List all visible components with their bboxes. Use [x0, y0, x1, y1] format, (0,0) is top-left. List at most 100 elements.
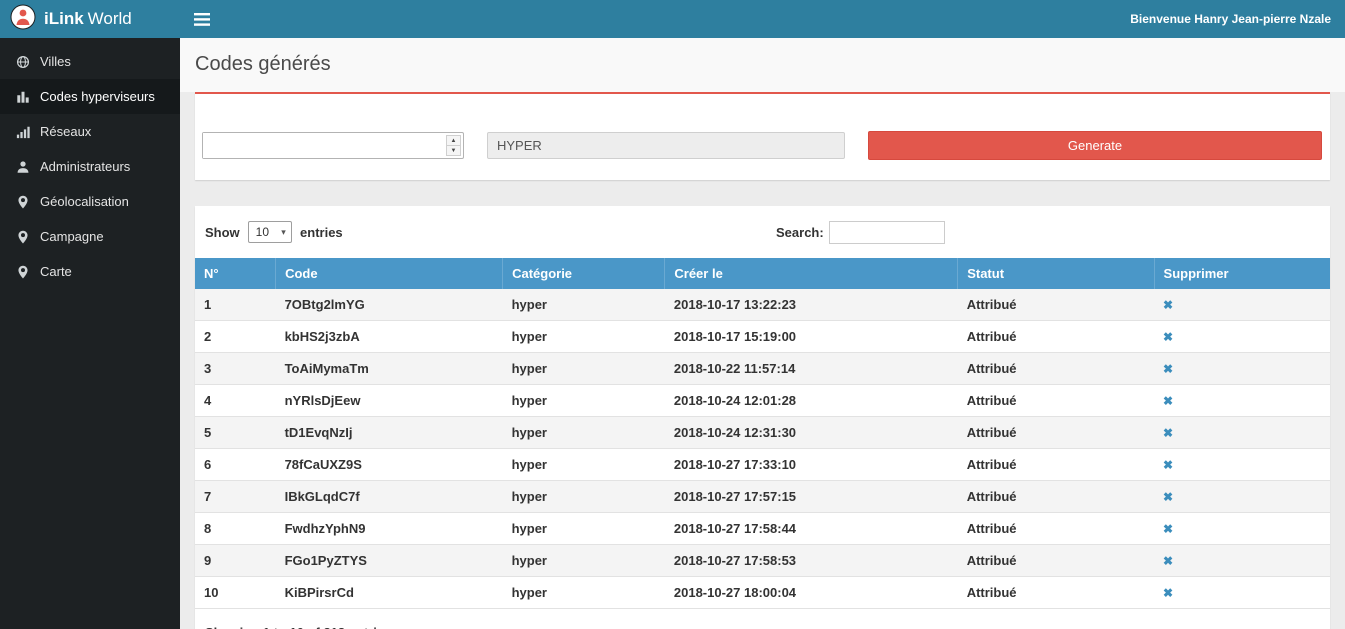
sidebar-toggle-icon[interactable] [194, 13, 210, 26]
main-content: Codes générés ▲ ▼ Generate Show 10 ▾ ent… [180, 38, 1345, 629]
created-cell: 2018-10-17 15:19:00 [665, 321, 958, 353]
page-length-select[interactable]: 10 ▾ [248, 221, 292, 243]
delete-icon[interactable]: ✖ [1163, 554, 1173, 568]
delete-icon[interactable]: ✖ [1163, 298, 1173, 312]
show-label: Show [205, 225, 240, 240]
created-cell: 2018-10-27 17:57:15 [665, 481, 958, 513]
row-number-cell: 1 [195, 289, 276, 321]
quantity-stepper[interactable]: ▲ ▼ [202, 132, 464, 159]
category-field[interactable] [487, 132, 845, 159]
delete-icon[interactable]: ✖ [1163, 330, 1173, 344]
status-cell: Attribué [958, 449, 1154, 481]
created-cell: 2018-10-27 17:58:53 [665, 545, 958, 577]
map-marker-icon [15, 265, 30, 279]
generate-panel: ▲ ▼ Generate [195, 92, 1330, 180]
created-cell: 2018-10-27 18:00:04 [665, 577, 958, 609]
created-cell: 2018-10-17 13:22:23 [665, 289, 958, 321]
status-cell: Attribué [958, 577, 1154, 609]
sidebar-item-reseaux[interactable]: Réseaux [0, 114, 180, 149]
created-cell: 2018-10-24 12:31:30 [665, 417, 958, 449]
delete-cell: ✖ [1154, 545, 1330, 577]
table-row: 5tD1EvqNzIjhyper2018-10-24 12:31:30Attri… [195, 417, 1330, 449]
map-marker-icon [15, 230, 30, 244]
generate-button[interactable]: Generate [868, 131, 1322, 160]
category-cell: hyper [503, 513, 665, 545]
content-header: Codes générés [180, 38, 1345, 92]
status-cell: Attribué [958, 481, 1154, 513]
stepper-up-icon[interactable]: ▲ [447, 136, 460, 146]
category-cell: hyper [503, 385, 665, 417]
status-cell: Attribué [958, 417, 1154, 449]
created-cell: 2018-10-27 17:33:10 [665, 449, 958, 481]
brand-text: iLinkWorld [44, 9, 132, 29]
category-cell: hyper [503, 289, 665, 321]
row-number-cell: 9 [195, 545, 276, 577]
table-controls: Show 10 ▾ entries Search: [205, 220, 1320, 244]
delete-icon[interactable]: ✖ [1163, 362, 1173, 376]
delete-cell: ✖ [1154, 417, 1330, 449]
codes-table: N°CodeCatégorieCréer leStatutSupprimer 1… [195, 258, 1330, 609]
code-cell: IBkGLqdC7f [276, 481, 503, 513]
table-row: 4nYRlsDjEewhyper2018-10-24 12:01:28Attri… [195, 385, 1330, 417]
row-number-cell: 6 [195, 449, 276, 481]
user-icon [15, 160, 30, 174]
row-number-cell: 4 [195, 385, 276, 417]
delete-icon[interactable]: ✖ [1163, 394, 1173, 408]
chevron-down-icon: ▾ [276, 227, 291, 238]
created-cell: 2018-10-22 11:57:14 [665, 353, 958, 385]
row-number-cell: 2 [195, 321, 276, 353]
category-cell: hyper [503, 449, 665, 481]
status-cell: Attribué [958, 321, 1154, 353]
table-info: Showing 1 to 10 of 218 entries [205, 625, 1320, 629]
delete-icon[interactable]: ✖ [1163, 458, 1173, 472]
column-header: Catégorie [503, 258, 665, 289]
column-header: Créer le [665, 258, 958, 289]
delete-icon[interactable]: ✖ [1163, 586, 1173, 600]
delete-icon[interactable]: ✖ [1163, 426, 1173, 440]
table-row: 7IBkGLqdC7fhyper2018-10-27 17:57:15Attri… [195, 481, 1330, 513]
column-header: Statut [958, 258, 1154, 289]
delete-cell: ✖ [1154, 481, 1330, 513]
table-filter: Search: [776, 221, 945, 244]
code-cell: kbHS2j3zbA [276, 321, 503, 353]
quantity-input[interactable] [203, 133, 446, 158]
sidebar-item-codes-hyperviseurs[interactable]: Codes hyperviseurs [0, 79, 180, 114]
delete-icon[interactable]: ✖ [1163, 490, 1173, 504]
status-cell: Attribué [958, 289, 1154, 321]
stepper-down-icon[interactable]: ▼ [447, 146, 460, 155]
category-cell: hyper [503, 353, 665, 385]
status-cell: Attribué [958, 513, 1154, 545]
sidebar-item-label: Carte [40, 264, 72, 279]
sidebar-item-label: Villes [40, 54, 71, 69]
code-cell: 7OBtg2lmYG [276, 289, 503, 321]
status-cell: Attribué [958, 545, 1154, 577]
sidebar-item-geolocalisation[interactable]: Géolocalisation [0, 184, 180, 219]
sidebar-item-label: Administrateurs [40, 159, 130, 174]
category-cell: hyper [503, 417, 665, 449]
sidebar-item-label: Codes hyperviseurs [40, 89, 155, 104]
topbar: Bienvenue Hanry Jean-pierre Nzale [180, 0, 1345, 38]
created-cell: 2018-10-24 12:01:28 [665, 385, 958, 417]
sidebar-item-carte[interactable]: Carte [0, 254, 180, 289]
delete-cell: ✖ [1154, 513, 1330, 545]
delete-cell: ✖ [1154, 289, 1330, 321]
page-title: Codes générés [195, 53, 1330, 76]
category-cell: hyper [503, 577, 665, 609]
row-number-cell: 3 [195, 353, 276, 385]
stepper-arrows[interactable]: ▲ ▼ [446, 135, 461, 156]
brand[interactable]: iLinkWorld [0, 0, 180, 38]
sidebar-item-villes[interactable]: Villes [0, 44, 180, 79]
delete-icon[interactable]: ✖ [1163, 522, 1173, 536]
row-number-cell: 5 [195, 417, 276, 449]
sidebar-item-campagne[interactable]: Campagne [0, 219, 180, 254]
delete-cell: ✖ [1154, 385, 1330, 417]
table-row: 8FwdhzYphN9hyper2018-10-27 17:58:44Attri… [195, 513, 1330, 545]
sidebar: iLinkWorld Villes Codes hyperviseurs Résea… [0, 0, 180, 629]
category-cell: hyper [503, 481, 665, 513]
table-header-row: N°CodeCatégorieCréer leStatutSupprimer [195, 258, 1330, 289]
search-input[interactable] [829, 221, 945, 244]
table-panel: Show 10 ▾ entries Search: N°CodeCatégori… [195, 206, 1330, 629]
sidebar-item-administrateurs[interactable]: Administrateurs [0, 149, 180, 184]
column-header: N° [195, 258, 276, 289]
sidebar-item-label: Campagne [40, 229, 104, 244]
